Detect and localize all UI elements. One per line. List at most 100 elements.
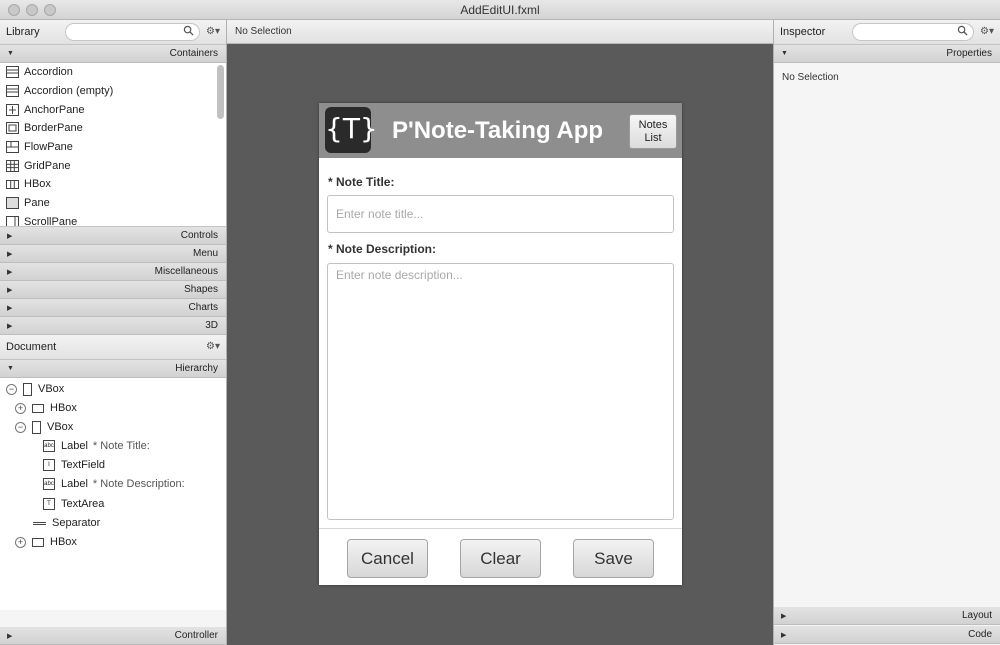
section-label: Layout [961, 610, 992, 621]
tree-node-hbox[interactable]: + HBox [15, 533, 77, 551]
tree-node-vbox[interactable]: − VBox [15, 418, 73, 436]
document-title: Document [6, 341, 57, 353]
tree-node-label[interactable]: abc Label * Note Title: [43, 437, 150, 455]
collapse-icon[interactable]: − [6, 383, 17, 395]
section-label: Charts [188, 302, 218, 313]
section-containers[interactable]: ▼ Containers [0, 45, 226, 63]
library-item-label: ScrollPane [24, 215, 78, 227]
hierarchy-tree: − VBox + HBox − VBox abc Label * Note Ti… [0, 378, 226, 610]
library-item-label: FlowPane [24, 141, 73, 154]
library-item-scrollpane[interactable]: ScrollPane [0, 213, 226, 227]
tree-node-label: TextField [61, 459, 106, 471]
canvas-selection-bar: No Selection [227, 20, 773, 44]
note-title-input[interactable]: Enter note title... [327, 195, 674, 233]
section-label: Menu [192, 248, 218, 259]
triangle-right-icon: ▶ [7, 305, 13, 312]
inspector-gear-icon[interactable]: ⚙▾ [980, 26, 994, 37]
section-label: 3D [205, 320, 218, 331]
window-title: AddEditUI.fxml [460, 3, 540, 17]
tree-node-textfield[interactable]: I TextField [43, 456, 105, 474]
section-label: Shapes [184, 284, 218, 295]
tree-node-label: HBox [50, 402, 77, 414]
tree-node-label: Label [61, 478, 88, 490]
library-item-accordion-empty[interactable]: Accordion (empty) [0, 82, 226, 101]
note-title-label: * Note Title: [328, 175, 395, 189]
triangle-right-icon: ▶ [7, 323, 13, 330]
document-header: Document ⚙▾ [0, 335, 226, 360]
label-icon: abc [43, 440, 55, 452]
tree-node-hbox[interactable]: + HBox [15, 399, 77, 417]
section-menu[interactable]: ▶ Menu [0, 245, 226, 263]
expand-icon[interactable]: + [15, 536, 26, 548]
tree-node-textarea[interactable]: T TextArea [43, 495, 104, 513]
tree-node-label: VBox [38, 383, 65, 395]
hbox-icon [6, 179, 19, 189]
library-item-flowpane[interactable]: FlowPane [0, 138, 226, 157]
app-preview[interactable]: {T} P'Note-Taking App Notes List * Note … [319, 103, 682, 585]
tree-node-separator[interactable]: Separator [33, 514, 100, 532]
library-item-pane[interactable]: Pane [0, 194, 226, 213]
app-header: {T} P'Note-Taking App Notes List [319, 103, 682, 158]
section-code[interactable]: ▶ Code [774, 626, 1000, 644]
notes-list-button[interactable]: Notes List [629, 114, 677, 149]
section-controller[interactable]: ▶ Controller [0, 627, 226, 645]
note-description-textarea[interactable]: Enter note description... [327, 263, 674, 520]
collapse-icon[interactable]: − [15, 421, 26, 433]
section-label: Miscellaneous [154, 266, 218, 277]
triangle-right-icon: ▶ [781, 632, 787, 639]
section-charts[interactable]: ▶ Charts [0, 299, 226, 317]
scrollpane-icon [6, 215, 19, 226]
section-layout[interactable]: ▶ Layout [774, 607, 1000, 625]
library-item-anchorpane[interactable]: AnchorPane [0, 100, 226, 119]
hbox-icon [32, 403, 44, 413]
triangle-right-icon: ▶ [7, 633, 13, 640]
container-list: Accordion Accordion (empty) AnchorPane B… [0, 63, 226, 227]
triangle-right-icon: ▶ [781, 613, 787, 620]
minimize-window-button[interactable] [26, 4, 38, 16]
inspector-search-input[interactable] [852, 23, 974, 41]
section-label: Containers [169, 48, 218, 59]
section-hierarchy[interactable]: ▼ Hierarchy [0, 360, 226, 378]
tree-node-label: Separator [52, 517, 101, 529]
library-item-borderpane[interactable]: BorderPane [0, 119, 226, 138]
triangle-down-icon: ▼ [781, 50, 788, 57]
tree-node-label: VBox [47, 421, 74, 433]
document-gear-icon[interactable]: ⚙▾ [206, 341, 220, 352]
zoom-window-button[interactable] [44, 4, 56, 16]
accordion-icon [6, 66, 19, 79]
library-scrollbar[interactable] [217, 65, 224, 119]
section-miscellaneous[interactable]: ▶ Miscellaneous [0, 263, 226, 281]
window-titlebar: AddEditUI.fxml [0, 0, 1000, 20]
expand-icon[interactable]: + [15, 402, 26, 414]
section-label: Controls [180, 230, 218, 241]
section-label: Properties [946, 48, 992, 59]
cancel-button[interactable]: Cancel [347, 539, 428, 578]
library-item-label: AnchorPane [24, 103, 85, 116]
gridpane-icon [6, 159, 19, 172]
library-item-gridpane[interactable]: GridPane [0, 156, 226, 175]
flowpane-icon [6, 141, 19, 154]
section-shapes[interactable]: ▶ Shapes [0, 281, 226, 299]
library-search-input[interactable] [65, 23, 200, 41]
triangle-right-icon: ▶ [7, 251, 13, 258]
section-3d[interactable]: ▶ 3D [0, 317, 226, 335]
triangle-right-icon: ▶ [7, 269, 13, 276]
section-controls[interactable]: ▶ Controls [0, 227, 226, 245]
library-item-accordion[interactable]: Accordion [0, 63, 226, 82]
tree-node-label[interactable]: abc Label * Note Description: [43, 475, 185, 493]
app-title: P'Note-Taking App [392, 117, 604, 144]
triangle-down-icon: ▼ [7, 365, 14, 372]
clear-button[interactable]: Clear [460, 539, 541, 578]
vbox-icon [32, 420, 41, 434]
save-button[interactable]: Save [573, 539, 654, 578]
close-window-button[interactable] [8, 4, 20, 16]
library-item-label: Pane [24, 197, 50, 210]
pane-icon [6, 197, 19, 210]
library-gear-icon[interactable]: ⚙▾ [206, 26, 220, 37]
library-item-hbox[interactable]: HBox [0, 175, 226, 194]
note-description-placeholder: Enter note description... [336, 268, 463, 282]
inspector-panel: Inspector ⚙▾ ▼ Properties No Selection ▶… [773, 20, 1000, 645]
tree-node-vbox[interactable]: − VBox [6, 380, 64, 398]
library-item-label: GridPane [24, 159, 71, 172]
section-properties[interactable]: ▼ Properties [774, 45, 1000, 63]
